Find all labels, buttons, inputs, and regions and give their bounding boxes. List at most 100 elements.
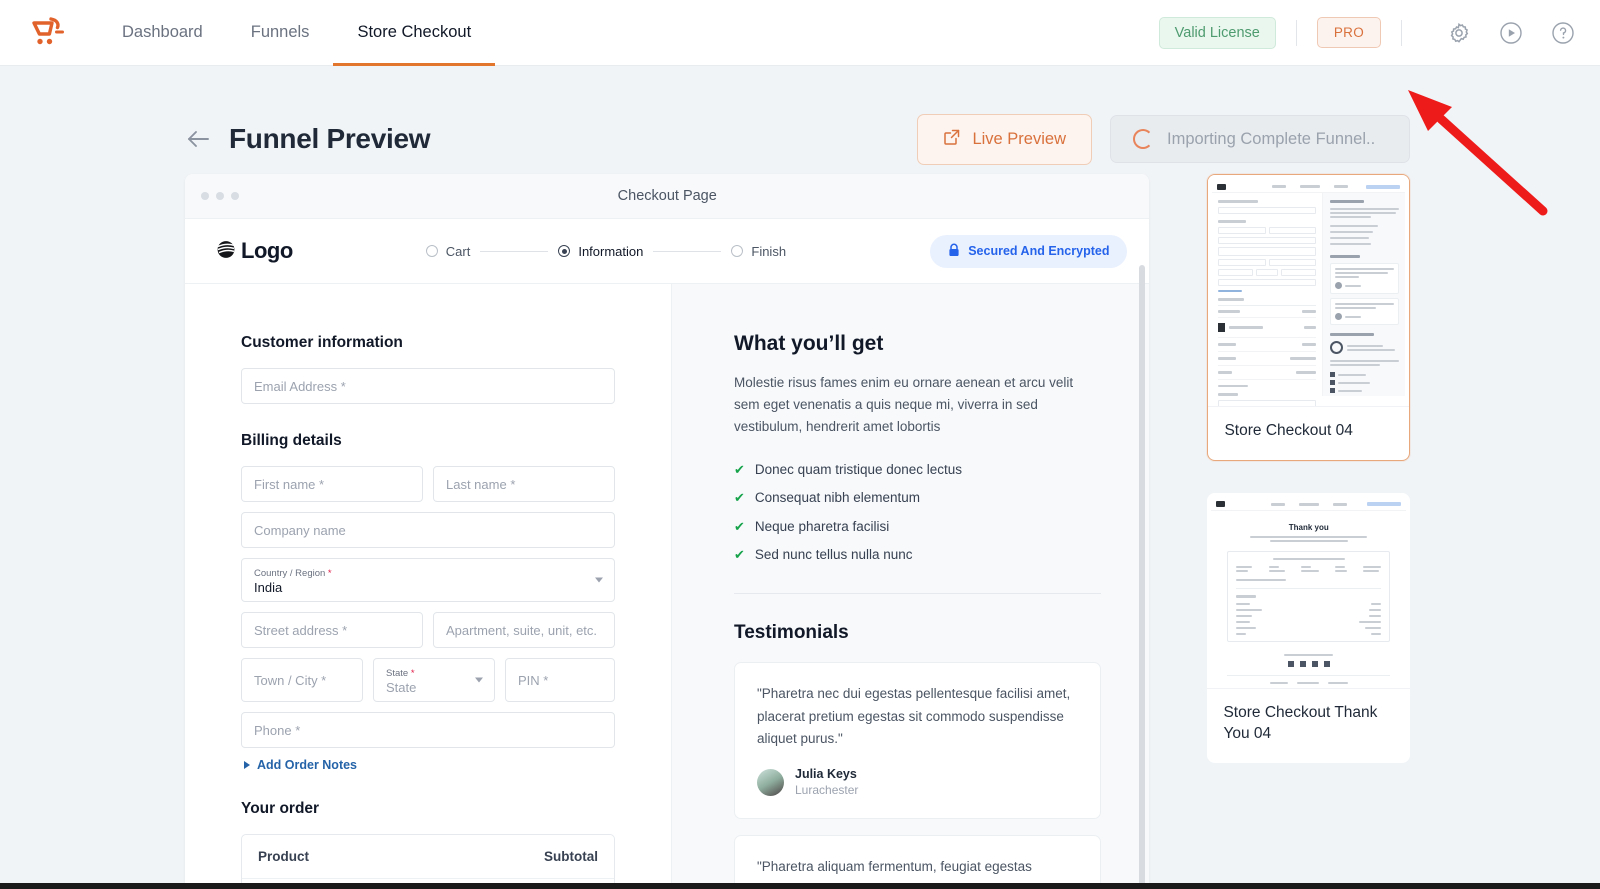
pro-badge[interactable]: PRO — [1316, 17, 1381, 48]
bottom-edge-strip — [0, 883, 1600, 889]
nav-item-dashboard[interactable]: Dashboard — [98, 0, 227, 66]
preview-scrollbar-thumb[interactable] — [1139, 265, 1146, 889]
benefits-list: ✔ Donec quam tristique donec lectus ✔ Cons… — [734, 462, 1101, 563]
thumbnail-store-checkout-thank-you-04[interactable]: Thank you Store Checkout Thank You 04 — [1207, 492, 1410, 763]
step-finish[interactable]: Finish — [731, 244, 786, 259]
pin-placeholder: PIN * — [518, 672, 549, 688]
first-name-placeholder: First name * — [254, 476, 325, 492]
testimonial-card: "Pharetra nec dui egestas pellentesque f… — [734, 661, 1102, 820]
order-col-subtotal: Subtotal — [544, 849, 598, 864]
step-information-label: Information — [578, 243, 644, 259]
page-header-actions: Live Preview Importing Complete Funnel.. — [917, 113, 1410, 165]
checkout-body: Customer information Email Address * Bil… — [185, 284, 1150, 889]
what-you-get-heading: What you’ll get — [734, 332, 884, 355]
add-order-notes-label: Add Order Notes — [257, 758, 358, 772]
testimonial-author: Julia Keys Lurachester — [757, 767, 1078, 798]
thumbnail-image-checkout — [1208, 175, 1409, 407]
page-container: Funnel Preview Live Preview Importing Co… — [0, 66, 1600, 889]
state-select[interactable]: State * State — [373, 658, 495, 702]
phone-field[interactable]: Phone * — [241, 712, 615, 748]
mini-checkout-preview — [1208, 175, 1409, 406]
email-field[interactable]: Email Address * — [241, 368, 615, 404]
thumbnail-label: Store Checkout 04 — [1224, 422, 1353, 439]
checkout-logo: Logo — [215, 238, 293, 265]
step-cart[interactable]: Cart — [425, 243, 471, 259]
checkout-logo-text: Logo — [241, 238, 293, 263]
state-value: State — [386, 679, 417, 695]
back-arrow-icon[interactable] — [185, 128, 211, 150]
nav-item-dashboard-label: Dashboard — [122, 23, 203, 41]
valid-license-badge: Valid License — [1158, 16, 1276, 49]
last-name-field[interactable]: Last name * — [433, 466, 615, 502]
last-name-placeholder: Last name * — [446, 476, 516, 492]
required-asterisk: * — [325, 567, 332, 579]
order-table-header: Product Subtotal — [242, 835, 614, 879]
street-address-placeholder: Street address * — [254, 622, 348, 638]
main-nav-links: Dashboard Funnels Store Checkout — [98, 0, 495, 66]
step-cart-label: Cart — [445, 243, 471, 259]
nav-item-store-checkout[interactable]: Store Checkout — [333, 0, 495, 66]
live-preview-button[interactable]: Live Preview — [917, 113, 1092, 165]
nav-item-funnels-label: Funnels — [250, 23, 310, 41]
list-item: ✔ Consequat nibh elementum — [734, 490, 1101, 506]
company-name-field[interactable]: Company name — [241, 512, 615, 548]
check-icon: ✔ — [734, 518, 745, 534]
town-city-field[interactable]: Town / City * — [241, 658, 363, 702]
thumbnail-label: Store Checkout Thank You 04 — [1223, 703, 1378, 742]
chevron-down-icon — [595, 577, 603, 583]
apartment-placeholder: Apartment, suite, unit, etc. — [446, 622, 598, 638]
company-name-placeholder: Company name — [254, 522, 346, 538]
chevron-down-icon — [475, 677, 483, 683]
town-city-placeholder: Town / City * — [254, 672, 327, 688]
mini-logo-icon — [1217, 183, 1227, 190]
benefit-label: Neque pharetra facilisi — [754, 518, 890, 534]
step-information[interactable]: Information — [558, 244, 643, 259]
address-row: Street address * Apartment, suite, unit,… — [241, 612, 615, 658]
spinner-icon — [1133, 129, 1153, 149]
checkout-steps: Cart Information Finish — [425, 243, 786, 259]
gear-icon[interactable] — [1444, 18, 1474, 48]
checkout-header: Logo Cart Information Finish Secured And… — [185, 219, 1150, 284]
street-address-field[interactable]: Street address * — [241, 612, 423, 648]
thumbnail-store-checkout-04[interactable]: Store Checkout 04 — [1207, 174, 1410, 461]
list-item: ✔ Donec quam tristique donec lectus — [734, 462, 1101, 478]
check-icon: ✔ — [734, 461, 745, 477]
email-field-placeholder: Email Address * — [254, 378, 346, 394]
lock-icon — [948, 243, 960, 260]
mini-logo-icon — [1216, 501, 1226, 508]
funnel-preview-card: Checkout Page Logo Cart Information Fini… — [185, 174, 1150, 889]
page-title: Funnel Preview — [229, 123, 431, 154]
nav-item-funnels[interactable]: Funnels — [227, 0, 334, 66]
checkout-info-column: What you’ll get Molestie risus fames eni… — [671, 284, 1150, 889]
first-name-field[interactable]: First name * — [241, 466, 423, 502]
apartment-field[interactable]: Apartment, suite, unit, etc. — [433, 612, 615, 648]
city-state-pin-row: Town / City * State * State PIN * — [241, 658, 615, 712]
nav-item-store-checkout-label: Store Checkout — [357, 23, 472, 41]
name-row: First name * Last name * — [241, 466, 615, 512]
country-region-label: Country / Region * — [254, 567, 332, 579]
mini-thankyou-preview: Thank you — [1207, 493, 1410, 688]
pin-field[interactable]: PIN * — [505, 658, 615, 702]
top-navigation-bar: Dashboard Funnels Store Checkout Valid L… — [0, 0, 1600, 66]
add-order-notes-toggle[interactable]: Add Order Notes — [244, 758, 615, 772]
help-circle-icon[interactable] — [1548, 18, 1578, 48]
cartflows-logo-icon[interactable] — [26, 11, 70, 55]
phone-placeholder: Phone * — [254, 722, 301, 738]
secured-encrypted-badge: Secured And Encrypted — [930, 234, 1128, 268]
billing-details-title: Billing details — [241, 432, 342, 449]
mini-body — [1212, 193, 1405, 406]
check-icon: ✔ — [734, 547, 745, 563]
your-order-title: Your order — [241, 800, 320, 817]
testimonial-card: "Pharetra aliquam fermentum, feugiat ege… — [734, 835, 1102, 889]
play-circle-icon[interactable] — [1496, 18, 1526, 48]
importing-funnel-label: Importing Complete Funnel.. — [1167, 129, 1376, 148]
nav-divider-2 — [1401, 19, 1402, 46]
preview-window-title: Checkout Page — [617, 188, 717, 204]
importing-funnel-button[interactable]: Importing Complete Funnel.. — [1110, 115, 1410, 163]
country-region-value: India — [254, 579, 283, 595]
testimonials-heading: Testimonials — [734, 621, 849, 643]
country-region-select[interactable]: Country / Region * India — [241, 558, 615, 602]
globe-logo-icon — [215, 238, 237, 265]
benefit-label: Consequat nibh elementum — [754, 490, 921, 506]
step-radio-icon — [731, 245, 744, 257]
